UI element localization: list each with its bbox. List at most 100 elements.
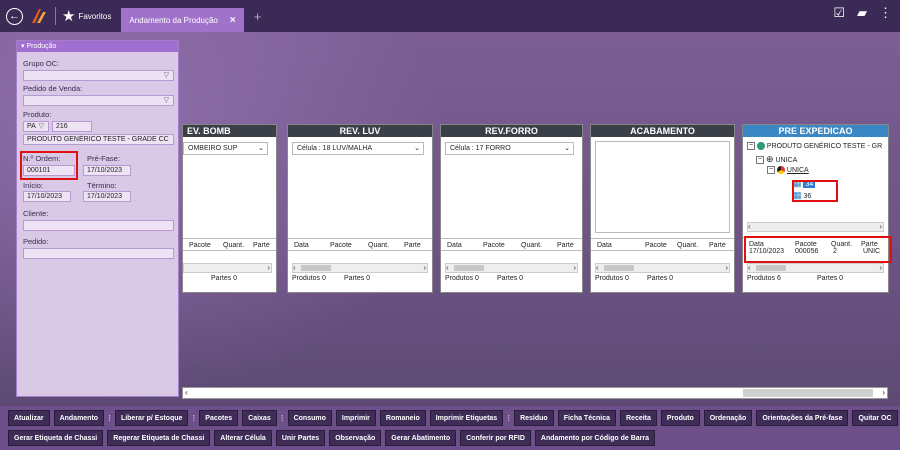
more-vertical-icon[interactable]: ⋮ [879,6,892,19]
conferir-por-rfid-button[interactable]: Conferir por RFID [460,430,531,446]
globe-icon [756,142,765,151]
main-horizontal-scrollbar[interactable]: ‹ › [182,387,888,399]
unir-partes-button[interactable]: Unir Partes [275,430,326,446]
alterar-celula-button[interactable]: Alterar Célula [214,430,272,446]
star-icon: ★ [62,7,76,25]
ficha-tecnica-button[interactable]: Ficha Técnica [557,410,616,426]
toolbar-row-1: Atualizar Andamento ⁝ Liberar p/ Estoque ⁝ Pa… [8,410,898,426]
cell-select[interactable]: Célula : 17 FORRO ⌄ [445,142,574,155]
highlight-box [744,236,892,263]
horizontal-scrollbar[interactable]: ‹ › [292,263,428,273]
produto-type-select[interactable]: PA ▽ [23,121,49,132]
pre-fase-input[interactable]: 17/10/2023 [83,165,131,176]
menu-separator-icon: ⁝ [108,412,111,423]
pacotes-button[interactable]: Pacotes [199,410,239,426]
gerar-etiqueta-de-chassi-button[interactable]: Gerar Etiqueta de Chassi [8,430,104,446]
produto-name-field[interactable]: PRODUTO GENÉRICO TESTE - GRADE CC [23,134,174,145]
collapse-icon[interactable]: − [747,142,755,151]
chevron-down-icon: ▽ [163,97,169,104]
tab-label: Andamento da Produção [129,15,218,25]
divider [55,7,56,25]
stage-title: REV. LUV [288,125,432,137]
liberar-p-estoque-button[interactable]: Liberar p/ Estoque [114,410,189,426]
orientacoes-da-pre-fase-button[interactable]: Orientações da Pré-fase [756,410,849,426]
tree-node-unica[interactable]: − ⊕ UNICA [747,153,882,165]
production-filter-panel: ▾ Produção Grupo OC: ▽ Pedido de Venda: … [16,40,179,397]
regerar-etiqueta-de-chassi-button[interactable]: Regerar Etiqueta de Chassi [107,430,211,446]
observacao-button[interactable]: Observação [329,430,382,446]
cliente-input[interactable] [23,220,174,231]
tree-scrollbar[interactable]: ‹ › [747,222,884,232]
horizontal-scrollbar[interactable]: › [183,263,272,273]
grupo-oc-select[interactable]: ▽ [23,70,174,81]
grid-header: Data Pacote Quant. Parte [288,238,432,251]
horizontal-scrollbar[interactable]: ‹ › [747,263,884,273]
termino-label: Término: [87,181,117,190]
imprimir-button[interactable]: Imprimir [335,410,376,426]
pedido-venda-select[interactable]: ▽ [23,95,174,106]
color-wheel-icon [776,166,785,175]
cell-select[interactable]: Célula : 18 LUV/MALHA ⌄ [292,142,424,155]
chat-icon[interactable]: ▰ [857,6,867,19]
stage-title: EV. BOMB [183,125,276,137]
collapse-icon[interactable]: − [767,166,775,175]
inicio-label: Início: [23,181,44,190]
add-tab-icon[interactable]: + [254,9,262,24]
toolbar-row-2: Gerar Etiqueta de Chassi Regerar Etiqueta… [8,430,656,446]
grid-header: Data Pacote Quant. Parte [591,238,734,251]
caixas-button[interactable]: Caixas [242,410,277,426]
menu-separator-icon: ⁝ [192,412,196,423]
stage-title: ACABAMENTO [591,125,734,137]
ordenacao-button[interactable]: Ordenação [703,410,753,426]
imprimir-etiquetas-button[interactable]: Imprimir Etiquetas [429,410,504,426]
romaneio-button[interactable]: Romaneio [379,410,426,426]
highlight-box [792,180,838,202]
back-icon[interactable]: ← [6,7,23,25]
horizontal-scrollbar[interactable]: ‹ › [595,263,730,273]
pedido-input[interactable] [23,248,174,259]
inicio-input[interactable]: 17/10/2023 [23,191,71,202]
stage-title: REV.FORRO [441,125,582,137]
stage-column-rev-forro: REV.FORRO Célula : 17 FORRO ⌄ Data Pacote… [440,124,583,293]
consumo-button[interactable]: Consumo [287,410,332,426]
atualizar-button[interactable]: Atualizar [8,410,50,426]
panel-header[interactable]: ▾ Produção [17,41,178,52]
quitar-oc-button[interactable]: Quitar OC [852,410,898,426]
pedido-venda-label: Pedido de Venda: [23,84,83,93]
cliente-label: Cliente: [23,209,49,218]
chevron-down-icon: ▽ [38,123,44,130]
produto-button[interactable]: Produto [660,410,700,426]
collapse-icon[interactable]: − [756,156,764,165]
pre-fase-label: Pré-Fase: [87,154,120,163]
horizontal-scrollbar[interactable]: ‹ › [445,263,578,273]
logo-icon [32,9,46,23]
produto-label: Produto: [23,110,52,119]
menu-separator-icon: ⁝ [280,412,284,423]
grid-header: Data Pacote Quant. Parte [441,238,582,251]
stage-column-acabamento: ACABAMENTO Data Pacote Quant. Parte ‹ › P… [590,124,735,293]
tree-node-unica-color[interactable]: − UNICA [747,165,882,177]
stage-title: PRE EXPEDICAO [743,125,888,137]
stage-column-rev-bomb: EV. BOMB OMBEIRO SUP ⌄ Pacote Quant. Part… [182,124,277,293]
grupo-oc-label: Grupo OC: [23,59,60,68]
action-toolbar: Atualizar Andamento ⁝ Liberar p/ Estoque ⁝ Pa… [0,406,900,450]
tree-node-product[interactable]: − PRODUTO GENÉRICO TESTE - GR [747,141,882,153]
andamento-por-codigo-de-barra-button[interactable]: Andamento por Código de Barra [534,430,656,446]
residuo-button[interactable]: Resíduo [514,410,554,426]
termino-input[interactable]: 17/10/2023 [83,191,131,202]
chevron-down-icon: ⌄ [414,145,420,152]
close-tab-icon[interactable]: × [230,15,236,26]
produto-code-input[interactable]: 216 [52,121,92,132]
cell-list[interactable] [595,141,730,233]
cell-select[interactable]: OMBEIRO SUP ⌄ [183,142,268,155]
chevron-down-icon: ⌄ [258,145,264,152]
chevron-down-icon: ⌄ [564,145,570,152]
gerar-abatimento-button[interactable]: Gerar Abatimento [385,430,457,446]
stage-column-pre-expedicao: PRE EXPEDICAO − PRODUTO GENÉRICO TESTE -… [742,124,889,293]
checklist-icon[interactable]: ☑ [833,6,845,19]
andamento-button[interactable]: Andamento [53,410,105,426]
favorites-button[interactable]: ★ Favoritos [62,9,111,24]
tab-andamento-producao[interactable]: Andamento da Produção × [121,8,244,32]
receita-button[interactable]: Receita [620,410,657,426]
top-bar: ← ★ Favoritos Andamento da Produção × + … [0,0,900,32]
